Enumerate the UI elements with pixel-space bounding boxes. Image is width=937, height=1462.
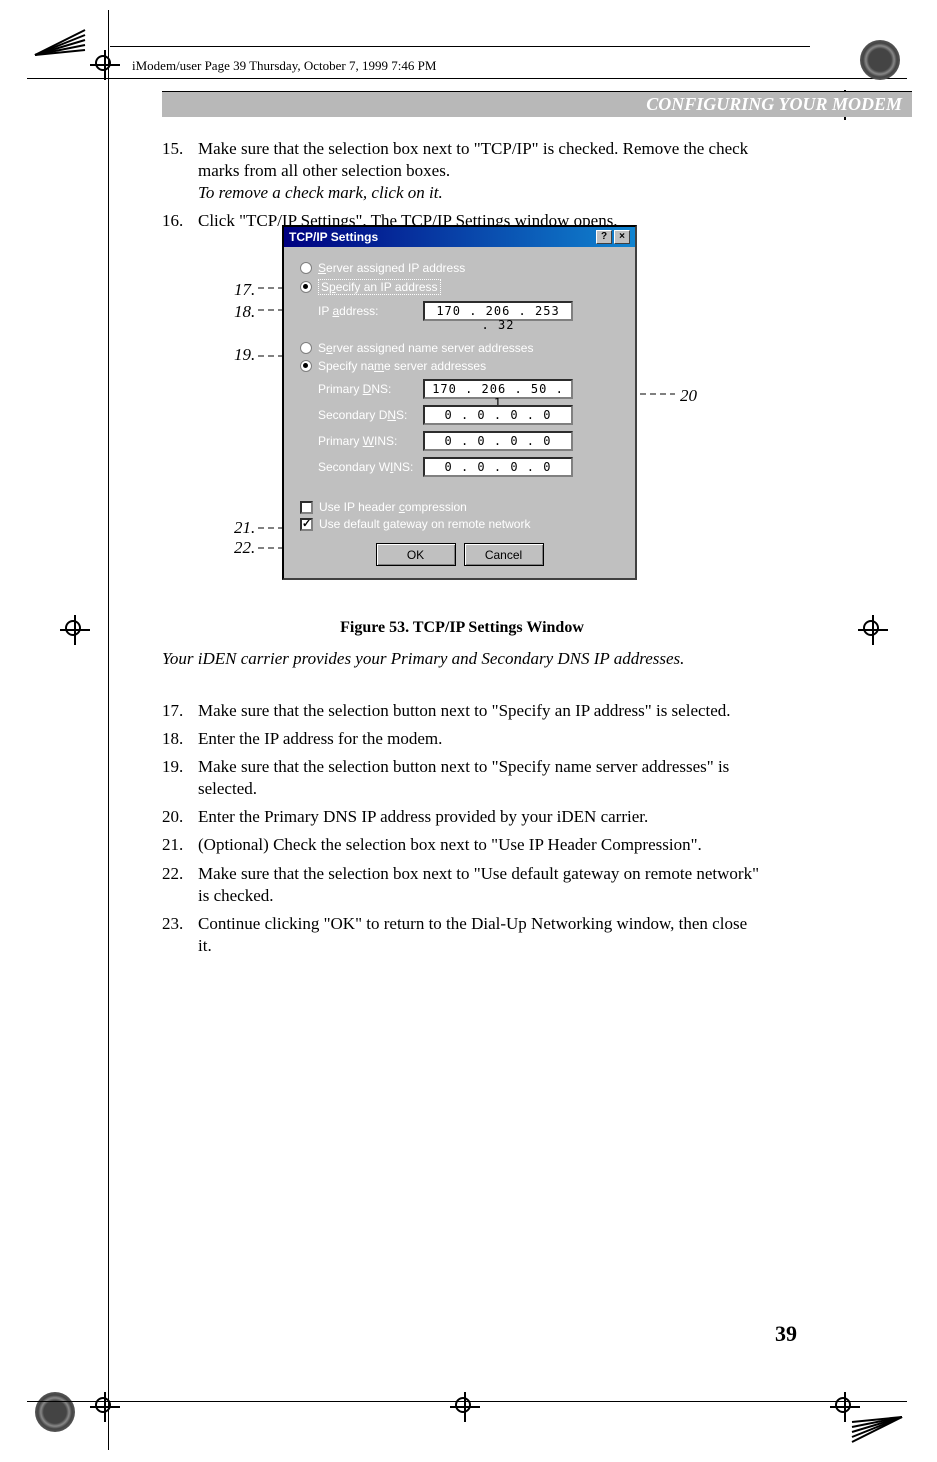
step-22-num: 22.	[162, 863, 198, 907]
step-18-text: Enter the IP address for the modem.	[198, 728, 762, 750]
radio2-label: ecify an IP address	[336, 280, 438, 294]
header-rule-bottom	[27, 78, 907, 79]
dialog-figure: TCP/IP Settings ? × Server assigned IP a…	[282, 225, 682, 580]
crosshair-mid-left	[60, 615, 90, 645]
step-15-num: 15.	[162, 138, 198, 204]
registration-bottom-left	[35, 1392, 75, 1432]
radio-specify-dns[interactable]: Specify name server addresses	[300, 359, 619, 373]
primary-dns-label: Primary DNS:	[318, 382, 423, 396]
secondary-dns-input[interactable]: 0 . 0 . 0 . 0	[423, 405, 573, 425]
callout-18: 18.	[234, 302, 255, 322]
callout-19: 19.	[234, 345, 255, 365]
page-number: 39	[775, 1321, 797, 1347]
crosshair-mid-right	[858, 615, 888, 645]
dns-note: Your iDEN carrier provides your Primary …	[162, 648, 762, 670]
primary-wins-label: Primary WINS:	[318, 434, 423, 448]
section-banner: CONFIGURING YOUR MODEM	[162, 91, 912, 117]
callout-20: 20	[680, 386, 697, 406]
tcpip-dialog: TCP/IP Settings ? × Server assigned IP a…	[282, 225, 637, 580]
radio4-label: e server addresses	[384, 359, 486, 373]
step-20-num: 20.	[162, 806, 198, 828]
step-15-note: To remove a check mark, click on it.	[198, 183, 443, 202]
step-17-num: 17.	[162, 700, 198, 722]
steps-top: 15. Make sure that the selection box nex…	[162, 138, 762, 238]
primary-wins-input[interactable]: 0 . 0 . 0 . 0	[423, 431, 573, 451]
dialog-title: TCP/IP Settings	[289, 230, 378, 244]
step-21-text: (Optional) Check the selection box next …	[198, 834, 762, 856]
step-22-text: Make sure that the selection box next to…	[198, 863, 762, 907]
cancel-button[interactable]: Cancel	[464, 543, 544, 566]
stripe-top-left	[30, 25, 90, 60]
radio3-label: rver assigned name server addresses	[333, 341, 534, 355]
footer-rule	[27, 1401, 907, 1402]
step-18-num: 18.	[162, 728, 198, 750]
crosshair-bottom-center	[450, 1392, 480, 1422]
check-ip-compression[interactable]: Use IP header compression	[300, 500, 619, 514]
crosshair-bottom-left2	[90, 1392, 120, 1422]
registration-top-right	[860, 40, 900, 80]
secondary-wins-label: Secondary WINS:	[318, 460, 423, 474]
step-19-num: 19.	[162, 756, 198, 800]
help-button[interactable]: ?	[596, 230, 612, 244]
primary-dns-input[interactable]: 170 . 206 . 50 . 1	[423, 379, 573, 399]
radio-server-ip[interactable]: Server assigned IP address	[300, 261, 619, 275]
check-default-gateway[interactable]: Use default gateway on remote network	[300, 517, 619, 531]
step-19-text: Make sure that the selection button next…	[198, 756, 762, 800]
left-margin-line	[108, 10, 109, 1450]
step-16-num: 16.	[162, 210, 198, 232]
radio-server-dns[interactable]: Server assigned name server addresses	[300, 341, 619, 355]
radio-icon	[300, 262, 312, 274]
header-rule-top	[110, 46, 810, 47]
callout-21: 21.	[234, 518, 255, 538]
radio1-label: erver assigned IP address	[326, 261, 465, 275]
step-21-num: 21.	[162, 834, 198, 856]
figure-caption: Figure 53. TCP/IP Settings Window	[162, 618, 762, 639]
step-23-text: Continue clicking "OK" to return to the …	[198, 913, 762, 957]
radio-icon	[300, 342, 312, 354]
ip-address-input[interactable]: 170 . 206 . 253 . 32	[423, 301, 573, 321]
step-20-text: Enter the Primary DNS IP address provide…	[198, 806, 762, 828]
secondary-dns-label: Secondary DNS:	[318, 408, 423, 422]
radio-icon	[300, 360, 312, 372]
radio-specify-ip[interactable]: Specify an IP address	[300, 279, 619, 295]
callout-22: 22.	[234, 538, 255, 558]
stripe-bottom-right	[847, 1412, 907, 1447]
dialog-titlebar: TCP/IP Settings ? ×	[284, 227, 635, 247]
checkbox-icon	[300, 501, 313, 514]
ip-address-label: IP address:	[318, 304, 423, 318]
step-15-text: Make sure that the selection box next to…	[198, 139, 748, 180]
crosshair-top-left	[90, 50, 120, 80]
callout-17: 17.	[234, 280, 255, 300]
step-17-text: Make sure that the selection button next…	[198, 700, 762, 722]
secondary-wins-input[interactable]: 0 . 0 . 0 . 0	[423, 457, 573, 477]
ok-button[interactable]: OK	[376, 543, 456, 566]
radio-icon	[300, 281, 312, 293]
steps-bottom: 17.Make sure that the selection button n…	[162, 700, 762, 963]
step-23-num: 23.	[162, 913, 198, 957]
running-header: iModem/user Page 39 Thursday, October 7,…	[132, 58, 436, 74]
checkbox-icon	[300, 518, 313, 531]
close-button[interactable]: ×	[614, 230, 630, 244]
